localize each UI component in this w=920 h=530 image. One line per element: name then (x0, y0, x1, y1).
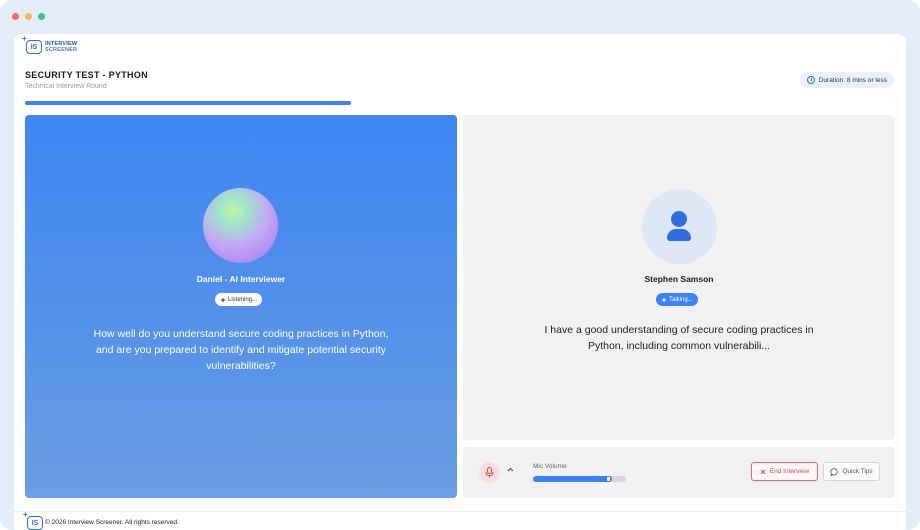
chevron-up-icon (507, 467, 514, 472)
app-frame: IS INTERVIEW SCREENER SECURITY TEST - PY… (0, 0, 920, 530)
mic-volume-fill (533, 476, 612, 482)
close-icon (760, 469, 766, 474)
interview-window: IS INTERVIEW SCREENER SECURITY TEST - PY… (14, 34, 906, 530)
end-interview-label: End Interview (769, 468, 810, 475)
page-subtitle: Technical Interview Round (25, 83, 107, 90)
end-interview-button[interactable]: End Interview (751, 462, 818, 481)
listening-status-badge: Listening... (215, 293, 263, 306)
duration-text: Duration: 8 mins or less (818, 76, 887, 84)
mic-toggle-button[interactable] (479, 462, 500, 483)
sparkle-icon (661, 296, 667, 303)
maximize-window-button[interactable] (38, 13, 45, 20)
close-window-button[interactable] (12, 13, 19, 20)
talking-status-text: Talking... (669, 296, 693, 303)
footer-logo: IS (23, 510, 43, 530)
ai-avatar-orb (203, 188, 278, 263)
listening-status-text: Listening... (228, 296, 258, 303)
logo-line-2: SCREENER (45, 47, 78, 53)
mic-volume-handle[interactable] (607, 477, 610, 481)
logo-mark-icon: IS (22, 34, 42, 54)
quick-tips-label: Quick Tips (842, 468, 873, 475)
user-icon (667, 229, 691, 241)
page-footer: IS © 2026 Interview Screener. All rights… (14, 510, 906, 530)
page-title: SECURITY TEST - PYTHON (25, 70, 148, 80)
mic-volume-label: Mic Volume (533, 463, 567, 470)
chat-bubble-icon (830, 467, 838, 476)
mic-volume-slider[interactable] (533, 476, 626, 482)
logo-mark-icon: IS (23, 510, 43, 530)
window-controls (12, 13, 45, 20)
ai-interviewer-panel: Daniel - AI Interviewer Listening... How… (25, 115, 457, 498)
footer-copyright: © 2026 Interview Screener. All rights re… (45, 519, 179, 526)
microphone-icon (485, 467, 494, 478)
sparkle-icon (220, 296, 226, 303)
mic-options-button[interactable] (507, 465, 514, 474)
user-icon-head (671, 211, 687, 227)
interview-progress-bar (25, 101, 351, 105)
interview-controls: Mic Volume End Interview Quick Tips (463, 447, 895, 498)
candidate-name: Stephen Samson (644, 274, 714, 284)
quick-tips-button[interactable]: Quick Tips (823, 462, 880, 481)
minimize-window-button[interactable] (25, 13, 32, 20)
candidate-avatar (642, 189, 717, 264)
ai-question-text: How well do you understand secure coding… (93, 328, 389, 372)
clock-icon (806, 76, 815, 84)
candidate-answer-text: I have a good understanding of secure co… (544, 324, 814, 352)
candidate-panel: Stephen Samson Talking... I have a good … (463, 115, 895, 440)
talking-status-badge: Talking... (656, 293, 698, 306)
logo-text: INTERVIEW SCREENER (45, 41, 77, 53)
brand-logo: IS INTERVIEW SCREENER (22, 34, 77, 54)
ai-interviewer-name: Daniel - AI Interviewer (196, 274, 286, 284)
duration-badge: Duration: 8 mins or less (799, 72, 894, 88)
